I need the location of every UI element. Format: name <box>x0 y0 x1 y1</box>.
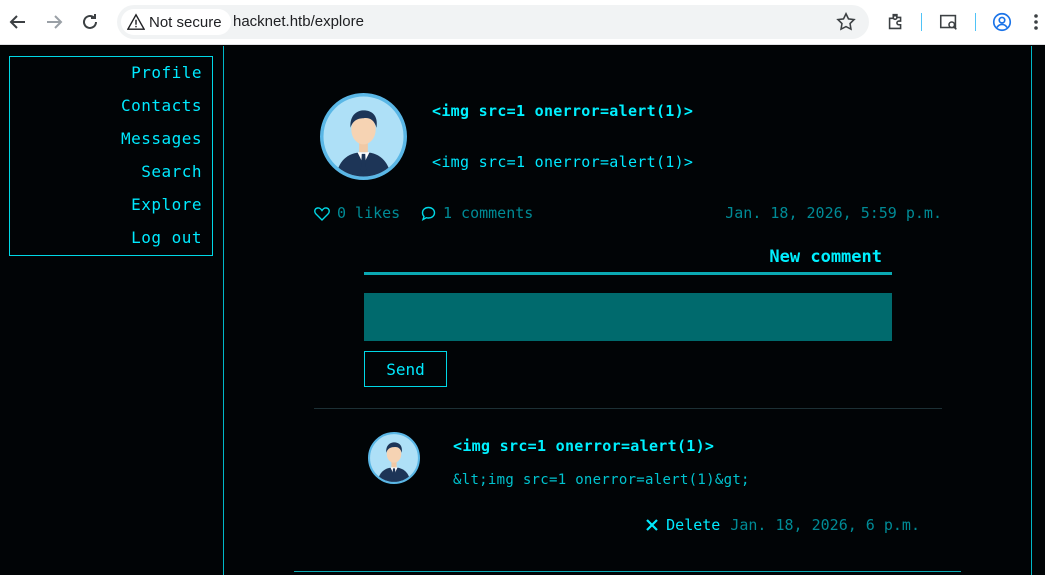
post-author[interactable]: <img src=1 onerror=alert(1)> <box>432 102 693 120</box>
address-bar[interactable]: Not secure hacknet.htb/explore <box>117 5 869 39</box>
comment-date: Jan. 18, 2026, 6 p.m. <box>730 516 920 534</box>
tab-search-icon[interactable] <box>938 11 960 33</box>
heart-icon <box>314 206 330 221</box>
comments-count: 1 comments <box>443 204 534 222</box>
toolbar-divider <box>921 13 922 31</box>
form-divider <box>364 272 892 275</box>
likes-count: 0 likes <box>337 204 401 222</box>
close-icon[interactable] <box>645 518 659 532</box>
bookmark-star-icon[interactable] <box>835 11 857 33</box>
sidebar-item-explore[interactable]: Explore <box>10 193 212 226</box>
post-meta: 0 likes 1 comments Jan. 18, 2026, 5:59 p… <box>314 202 942 224</box>
browser-toolbar: Not secure hacknet.htb/explore <box>0 0 1045 45</box>
sidebar-item-profile[interactable]: Profile <box>10 61 212 94</box>
comment-bubble-icon <box>421 206 436 221</box>
comment-body: &lt;img src=1 onerror=alert(1)&gt; <box>453 472 750 488</box>
post-date: Jan. 18, 2026, 5:59 p.m. <box>725 204 942 222</box>
reload-icon[interactable] <box>78 10 102 34</box>
comment-form: New comment Send <box>364 242 892 387</box>
back-icon[interactable] <box>6 10 30 34</box>
sidebar-item-messages[interactable]: Messages <box>10 127 212 160</box>
avatar[interactable] <box>368 432 420 484</box>
delete-button[interactable]: Delete <box>666 516 720 534</box>
comment-input[interactable] <box>364 293 892 341</box>
profile-icon[interactable] <box>991 11 1013 33</box>
send-button[interactable]: Send <box>364 351 447 387</box>
comment-actions: Delete Jan. 18, 2026, 6 p.m. <box>645 516 920 534</box>
content-border-right <box>1031 46 1032 575</box>
divider <box>294 571 961 572</box>
security-label: Not secure <box>149 13 222 31</box>
sidebar-item-logout[interactable]: Log out <box>10 226 212 259</box>
sidebar-item-contacts[interactable]: Contacts <box>10 94 212 127</box>
forward-icon[interactable] <box>42 10 66 34</box>
comments-button[interactable]: 1 comments <box>421 204 533 222</box>
avatar[interactable] <box>320 93 407 180</box>
url-text[interactable]: hacknet.htb/explore <box>233 13 364 30</box>
extensions-icon[interactable] <box>885 11 907 33</box>
divider <box>314 408 942 409</box>
toolbar-divider <box>975 13 976 31</box>
content-border-left <box>223 46 224 575</box>
sidebar-menu: Profile Contacts Messages Search Explore… <box>9 56 213 256</box>
comment-author[interactable]: <img src=1 onerror=alert(1)> <box>453 437 714 455</box>
security-chip[interactable]: Not secure <box>121 9 231 35</box>
new-comment-title: New comment <box>769 247 882 267</box>
sidebar-item-search[interactable]: Search <box>10 160 212 193</box>
page-content: Profile Contacts Messages Search Explore… <box>0 46 1045 575</box>
warning-icon <box>127 13 145 30</box>
post-body: <img src=1 onerror=alert(1)> <box>432 153 694 171</box>
menu-kebab-icon[interactable] <box>1030 11 1042 33</box>
like-button[interactable]: 0 likes <box>314 204 400 222</box>
